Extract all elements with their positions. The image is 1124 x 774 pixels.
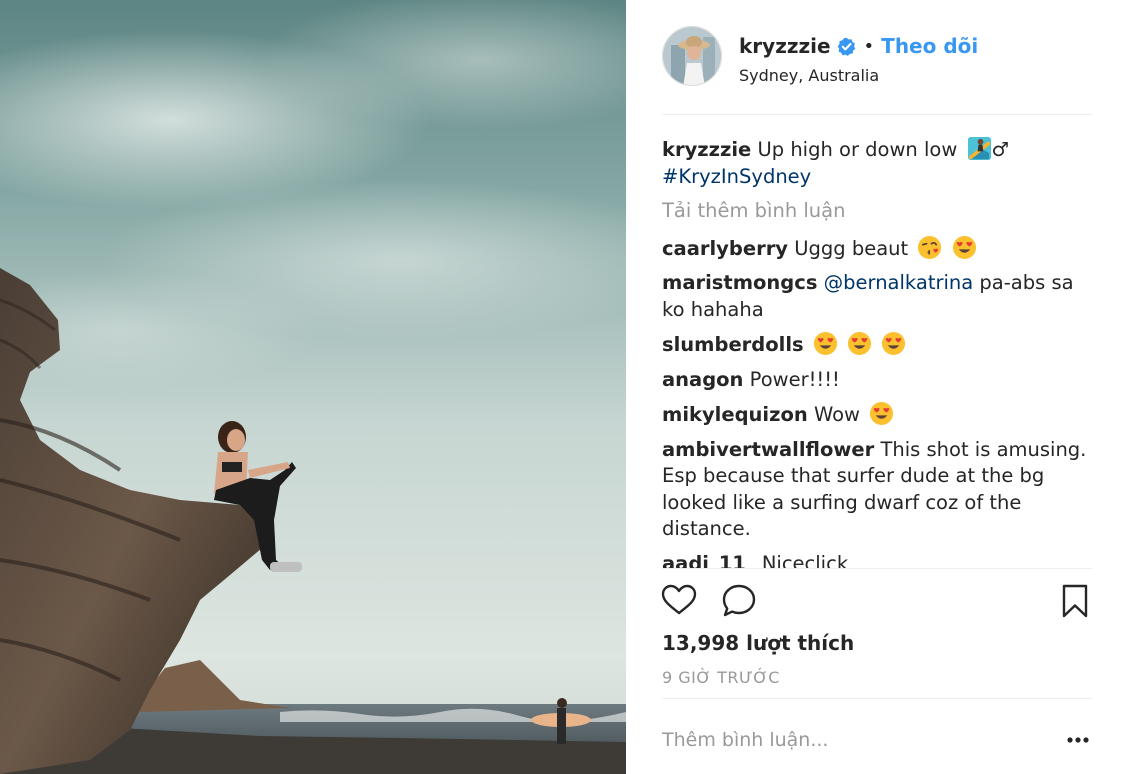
post-username[interactable]: kryzzzie: [739, 34, 831, 58]
avatar[interactable]: [662, 26, 722, 86]
caption-gender-sign: ♂: [991, 138, 1009, 161]
cliff-photo-image: [0, 0, 626, 774]
post-timestamp[interactable]: 9 GIỜ TRƯỚC: [662, 668, 780, 687]
caption-hashtag[interactable]: #KryzInSydney: [662, 164, 1094, 191]
comment-username[interactable]: aadi_11_: [662, 552, 756, 569]
heart-eyes-emoji-icon: [952, 235, 976, 259]
comment-username[interactable]: caarlyberry: [662, 237, 788, 260]
heart-eyes-emoji-icon: [847, 331, 872, 356]
comments-divider: [662, 568, 1092, 569]
comment-text: Wow: [813, 403, 860, 426]
post-location[interactable]: Sydney, Australia: [739, 66, 879, 85]
load-more-comments[interactable]: Tải thêm bình luận: [662, 198, 1094, 225]
comment-text: Niceclick: [761, 551, 849, 569]
separator-dot: •: [863, 35, 875, 57]
comment-username[interactable]: ambivertwallflower: [662, 438, 874, 461]
comment-item: maristmongcs @bernalkatrina pa-abs sa ko…: [662, 270, 1094, 323]
comment-text: Power!!!!: [749, 367, 840, 391]
bookmark-icon[interactable]: [1056, 582, 1094, 620]
comment-item: caarlyberry Uggg beaut: [662, 235, 1094, 263]
comment-bubble-icon[interactable]: [720, 582, 758, 620]
comment-mention[interactable]: @bernalkatrina: [824, 271, 974, 294]
header-divider: [662, 114, 1092, 115]
comment-item: mikylequizon Wow: [662, 401, 1094, 429]
comment-username[interactable]: anagon: [662, 368, 743, 391]
action-bar: [660, 582, 1094, 622]
comment-username[interactable]: maristmongcs: [662, 271, 817, 294]
avatar-image: [663, 27, 721, 85]
verified-badge-icon: [837, 37, 855, 56]
follow-button[interactable]: Theo dõi: [881, 34, 978, 58]
caption-text: Up high or down low: [757, 138, 958, 161]
comment-username[interactable]: mikylequizon: [662, 403, 808, 426]
post-caption: kryzzzie Up high or down low ♂ #KryzInSy…: [662, 136, 1094, 190]
post-details-panel: kryzzzie • Theo dõi Sydney, Australia kr…: [626, 0, 1124, 774]
heart-eyes-emoji-icon: [882, 331, 906, 356]
likes-count[interactable]: 13,998 lượt thích: [662, 631, 854, 655]
surfer-emoji-icon: [967, 136, 991, 161]
heart-eyes-emoji-icon: [813, 331, 837, 356]
footer-divider: [662, 698, 1092, 699]
post-photo[interactable]: [0, 0, 626, 774]
comment-item: aadi_11_ Niceclick: [662, 551, 1094, 569]
kiss-face-emoji-icon: [918, 235, 942, 259]
post-header: kryzzzie • Theo dõi Sydney, Australia: [662, 26, 1092, 116]
ellipsis-icon[interactable]: [1066, 732, 1090, 748]
heart-eyes-emoji-icon: [870, 401, 894, 426]
add-comment-input[interactable]: [662, 722, 1022, 758]
heart-icon[interactable]: [660, 582, 698, 620]
comment-item: anagon Power!!!!: [662, 367, 1094, 394]
comment-text: Uggg beaut: [794, 236, 909, 260]
comment-item: ambivertwallflower This shot is amusing.…: [662, 437, 1094, 543]
header-top-row: kryzzzie • Theo dõi: [739, 34, 978, 58]
caption-username[interactable]: kryzzzie: [662, 138, 751, 161]
comment-item: slumberdolls: [662, 331, 1094, 359]
comments-list[interactable]: kryzzzie Up high or down low ♂ #KryzInSy…: [662, 136, 1094, 568]
comment-username[interactable]: slumberdolls: [662, 333, 804, 356]
